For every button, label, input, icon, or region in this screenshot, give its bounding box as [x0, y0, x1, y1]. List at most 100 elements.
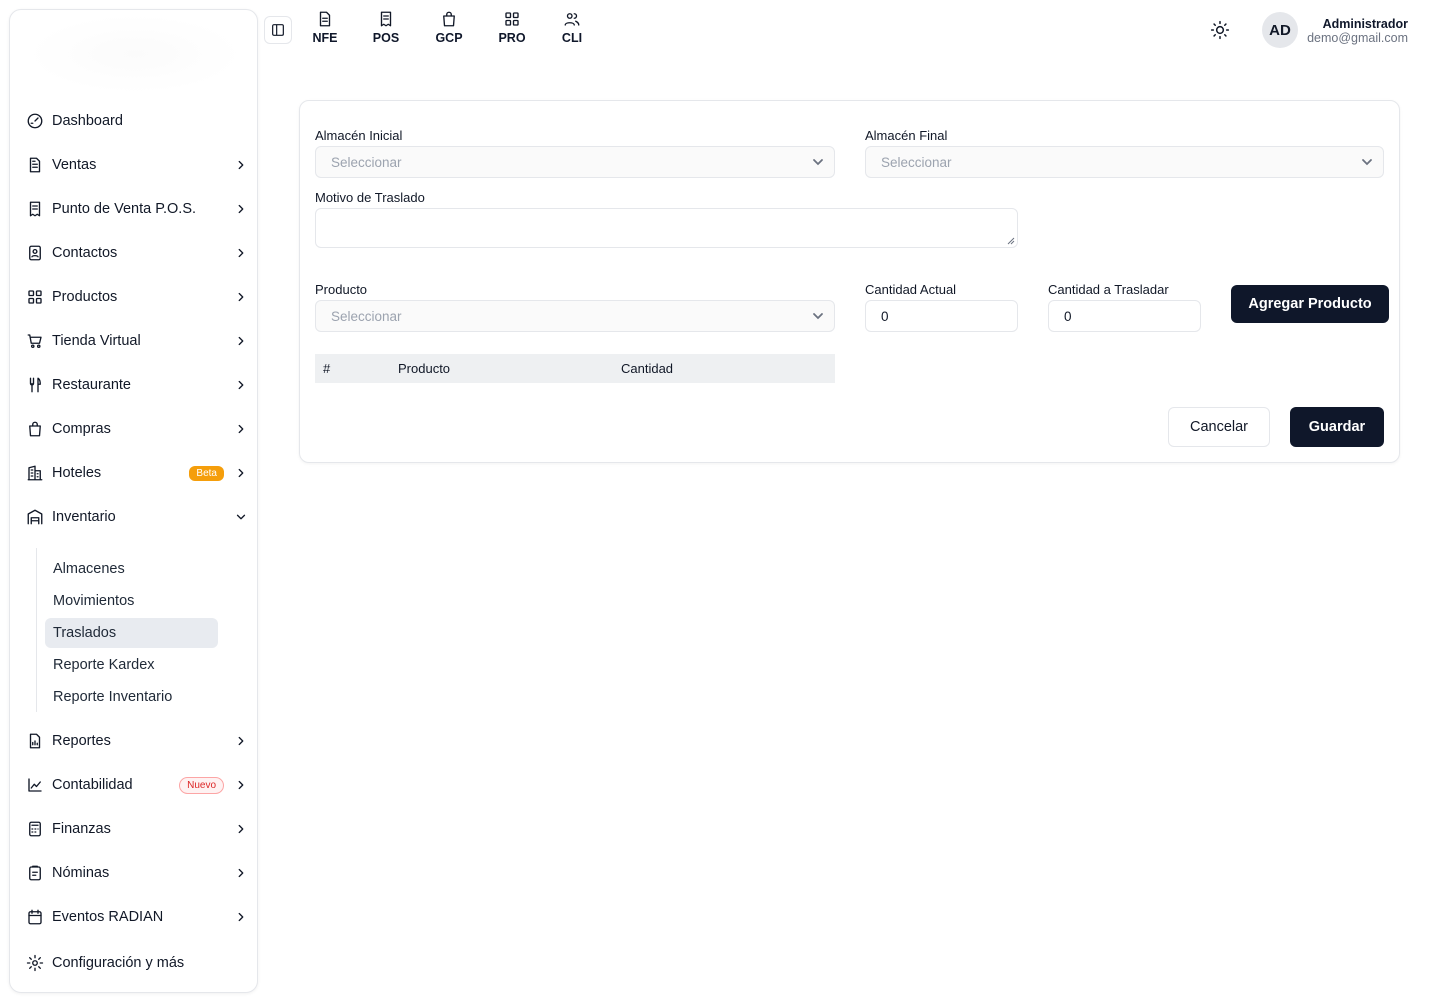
chevron-down-icon	[1361, 156, 1373, 168]
sidebar-item-eventos-radian[interactable]: Eventos RADIAN	[24, 902, 250, 932]
chevron-right-icon	[232, 244, 250, 262]
motivo-label: Motivo de Traslado	[315, 190, 425, 205]
sub-item-reporte-inventario[interactable]: Reporte Inventario	[45, 682, 218, 712]
sidebar-item-compras[interactable]: Compras	[24, 414, 250, 444]
select-placeholder: Seleccionar	[881, 154, 952, 170]
nuevo-badge: Nuevo	[179, 776, 224, 794]
shortcut-gcp[interactable]: GCP	[426, 10, 472, 50]
chevron-right-icon	[232, 288, 250, 306]
sidebar-item-nominas[interactable]: Nóminas	[24, 858, 250, 888]
grid-icon	[24, 286, 46, 308]
chevron-right-icon	[232, 776, 250, 794]
sub-item-traslados[interactable]: Traslados	[45, 618, 218, 648]
sidebar-item-label: Nóminas	[52, 865, 110, 881]
sub-item-almacenes[interactable]: Almacenes	[45, 554, 218, 584]
shortcut-cli[interactable]: CLI	[549, 10, 595, 50]
report-icon	[24, 730, 46, 752]
column-header: #	[323, 361, 331, 376]
chevron-right-icon	[232, 464, 250, 482]
sidebar-item-label: Finanzas	[52, 821, 111, 837]
save-button[interactable]: Guardar	[1290, 407, 1384, 447]
sidebar-item-label: Productos	[52, 289, 118, 305]
receipt-icon	[380, 11, 392, 27]
chevron-right-icon	[232, 200, 250, 218]
sidebar-item-dashboard[interactable]: Dashboard	[24, 106, 250, 136]
chevron-right-icon	[232, 332, 250, 350]
cantidad-actual-label: Cantidad Actual	[865, 282, 957, 297]
gear-icon	[24, 952, 46, 974]
sidebar-item-contactos[interactable]: Contactos	[24, 238, 250, 268]
chevron-right-icon	[232, 908, 250, 926]
almacen-final-select[interactable]: Seleccionar	[865, 146, 1384, 178]
shortcut-label: GCP	[435, 31, 463, 45]
shortcut-label: CLI	[561, 31, 583, 45]
shortcut-nfe[interactable]: NFE	[302, 10, 348, 50]
sidebar-item-label: Dashboard	[52, 113, 123, 129]
sun-icon	[1210, 20, 1230, 40]
sidebar-item-restaurante[interactable]: Restaurante	[24, 370, 250, 400]
shortcut-label: NFE	[312, 31, 338, 45]
sidebar-item-label: Ventas	[52, 157, 97, 173]
sidebar-item-label: Punto de Venta P.O.S.	[52, 201, 197, 217]
column-header: Producto	[398, 361, 451, 376]
almacen-final-label: Almacén Final	[865, 128, 948, 143]
sidebar-item-configuracion[interactable]: Configuración y más	[24, 948, 250, 978]
document-icon	[24, 154, 46, 176]
sidebar-item-label: Reportes	[52, 733, 111, 749]
users-icon	[564, 13, 580, 26]
products-table-header: # Producto Cantidad	[315, 354, 835, 383]
sub-item-reporte-kardex[interactable]: Reporte Kardex	[45, 650, 218, 680]
chevron-right-icon	[232, 864, 250, 882]
panel-left-icon	[272, 24, 284, 36]
cantidad-trasladar-input[interactable]: 0	[1048, 300, 1201, 332]
calendar-icon	[24, 906, 46, 928]
chevron-right-icon	[232, 156, 250, 174]
producto-select[interactable]: Seleccionar	[315, 300, 835, 332]
sidebar-item-pos[interactable]: Punto de Venta P.O.S.	[24, 194, 250, 224]
avatar[interactable]: AD	[1262, 12, 1298, 48]
sub-item-movimientos[interactable]: Movimientos	[45, 586, 218, 616]
select-placeholder: Seleccionar	[331, 154, 402, 170]
sidebar-item-label: Hoteles	[52, 465, 102, 481]
clipboard-icon	[24, 862, 46, 884]
producto-label: Producto	[315, 282, 368, 297]
sidebar-item-hoteles[interactable]: Hoteles Beta	[24, 458, 250, 488]
calculator-icon	[24, 818, 46, 840]
chevron-right-icon	[232, 376, 250, 394]
sidebar-item-label: Inventario	[52, 509, 116, 525]
contact-card-icon	[24, 242, 46, 264]
beta-badge: Beta	[189, 465, 224, 481]
sidebar-item-tienda-virtual[interactable]: Tienda Virtual	[24, 326, 250, 356]
utensils-icon	[24, 374, 46, 396]
warehouse-icon	[24, 506, 46, 528]
company-logo	[26, 14, 244, 94]
sidebar-toggle-button[interactable]	[264, 16, 292, 44]
sidebar-item-productos[interactable]: Productos	[24, 282, 250, 312]
sidebar-item-reportes[interactable]: Reportes	[24, 726, 250, 756]
shortcut-label: POS	[372, 31, 400, 45]
bag-icon	[443, 11, 455, 27]
theme-toggle-button[interactable]	[1208, 18, 1232, 42]
sidebar-item-label: Contactos	[52, 245, 118, 261]
chart-icon	[24, 774, 46, 796]
chevron-right-icon	[232, 820, 250, 838]
select-placeholder: Seleccionar	[331, 308, 402, 324]
column-header: Cantidad	[621, 361, 674, 376]
sidebar-item-inventario[interactable]: Inventario	[24, 502, 250, 532]
sidebar-item-label: Contabilidad	[52, 777, 133, 793]
receipt-icon	[24, 198, 46, 220]
sidebar-item-finanzas[interactable]: Finanzas	[24, 814, 250, 844]
sidebar-item-contabilidad[interactable]: Contabilidad Nuevo	[24, 770, 250, 800]
cancel-button[interactable]: Cancelar	[1168, 407, 1270, 447]
chevron-down-icon	[232, 508, 250, 526]
document-icon	[319, 11, 331, 27]
almacen-inicial-select[interactable]: Seleccionar	[315, 146, 835, 178]
resize-handle-icon	[1007, 237, 1015, 245]
shortcut-pos[interactable]: POS	[363, 10, 409, 50]
agregar-producto-button[interactable]: Agregar Producto	[1231, 285, 1389, 323]
cantidad-actual-input[interactable]: 0	[865, 300, 1018, 332]
motivo-textarea[interactable]	[315, 208, 1018, 248]
sidebar-item-label: Compras	[52, 421, 111, 437]
shortcut-pro[interactable]: PRO	[489, 10, 535, 50]
sidebar-item-ventas[interactable]: Ventas	[24, 150, 250, 180]
